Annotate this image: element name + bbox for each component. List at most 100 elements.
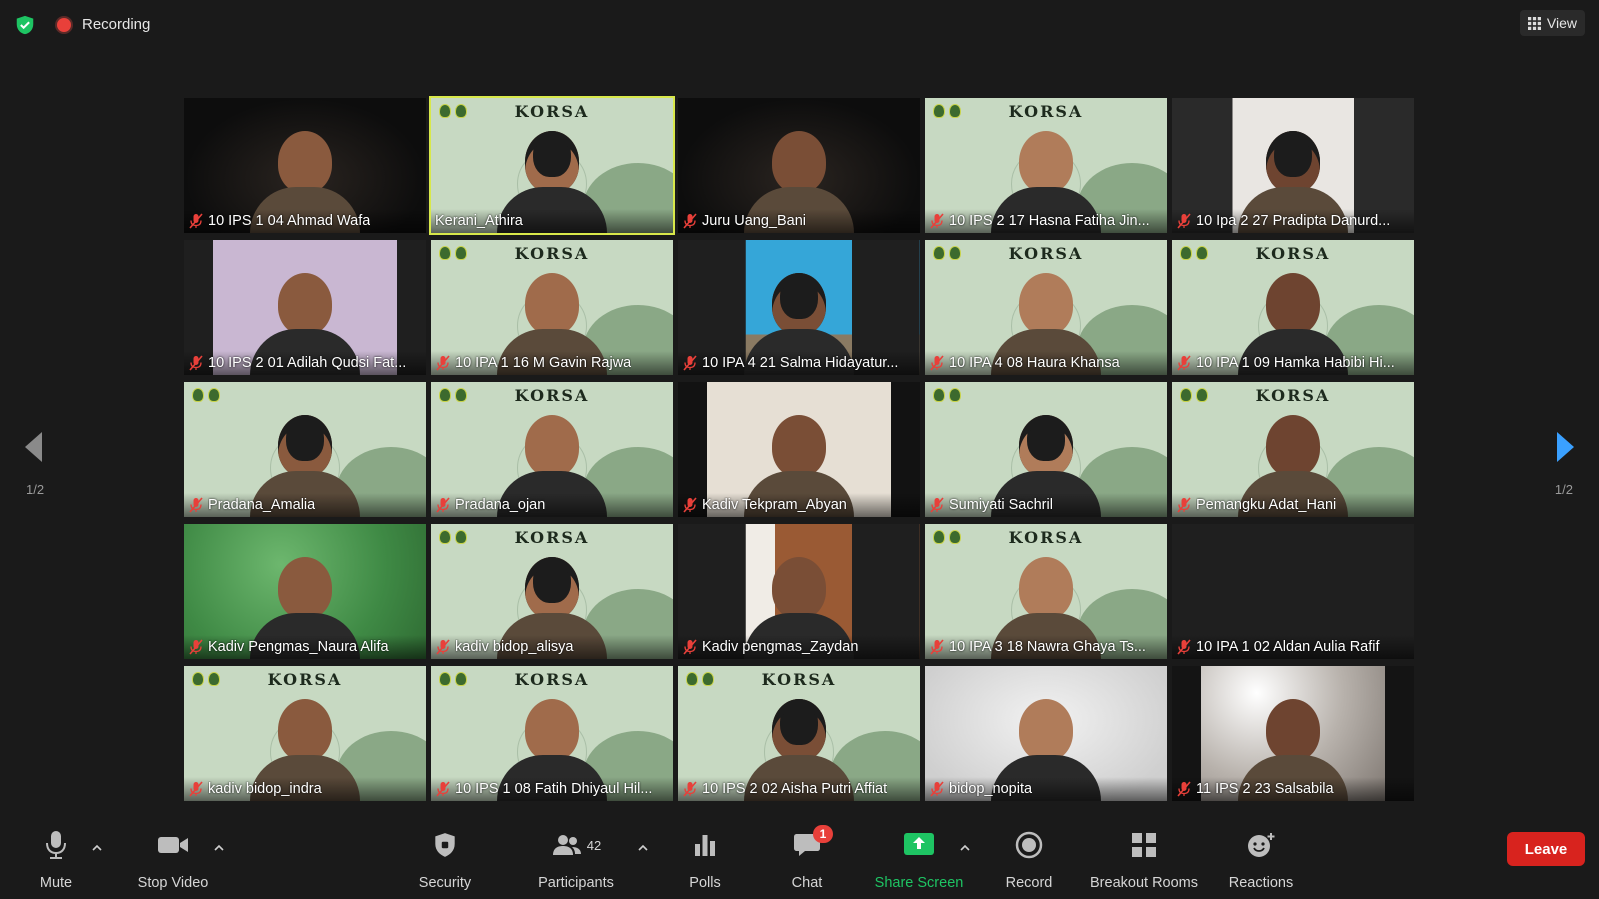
reactions-smiley-icon — [1248, 833, 1275, 857]
polls-label: Polls — [689, 875, 721, 891]
participant-video-tile[interactable]: 11 IPS 2 23 Salsabila — [1172, 666, 1414, 801]
participant-video-tile[interactable]: Sumiyati Sachril — [925, 382, 1167, 517]
participant-name-bar: kadiv bidop_indra — [184, 777, 426, 801]
muted-microphone-icon — [436, 639, 450, 655]
breakout-rooms-button[interactable]: Breakout Rooms — [1085, 829, 1203, 893]
participant-name: 10 IPS 2 17 Hasna Fatiha Jin... — [949, 213, 1150, 229]
muted-microphone-icon — [189, 497, 203, 513]
participant-name: kadiv bidop_alisya — [455, 639, 574, 655]
participant-name: 10 IPA 1 09 Hamka Habibi Hi... — [1196, 355, 1395, 371]
participant-name: Kadiv pengmas_Zaydan — [702, 639, 859, 655]
participant-video-tile[interactable]: Kadiv pengmas_Zaydan — [678, 524, 920, 659]
share-screen-button[interactable]: Share Screen — [873, 829, 965, 893]
view-label: View — [1546, 15, 1577, 31]
participant-name: Kadiv Pengmas_Naura Alifa — [208, 639, 389, 655]
participant-name: Kerani_Athira — [435, 213, 523, 229]
recording-label: Recording — [82, 16, 151, 33]
participant-video-tile[interactable]: KORSA 10 IPS 2 02 Aisha Putri Affiat — [678, 666, 920, 801]
virtual-background-banner: KORSA — [1008, 102, 1084, 121]
participant-video-tile[interactable]: KORSA 10 IPA 1 09 Hamka Habibi Hi... — [1172, 240, 1414, 375]
meeting-toolbar: Mute Stop Video Security 42 Participants… — [0, 819, 1599, 899]
video-camera-icon — [158, 837, 188, 853]
participants-count: 42 — [586, 837, 602, 853]
muted-microphone-icon — [436, 781, 450, 797]
muted-microphone-icon — [930, 355, 944, 371]
participant-video-tile[interactable]: KORSA kadiv bidop_indra — [184, 666, 426, 801]
virtual-background-banner: KORSA — [1008, 244, 1084, 263]
participant-video-tile[interactable]: KORSA 10 IPS 2 17 Hasna Fatiha Jin... — [925, 98, 1167, 233]
view-button[interactable]: View — [1519, 10, 1585, 36]
participant-video-tile[interactable]: KORSA Pradana_ojan — [431, 382, 673, 517]
participant-name: Kadiv Tekpram_Abyan — [702, 497, 847, 513]
recording-indicator-icon — [57, 18, 71, 32]
participant-name: Sumiyati Sachril — [949, 497, 1053, 513]
muted-microphone-icon — [189, 355, 203, 371]
reactions-label: Reactions — [1228, 875, 1294, 891]
participant-video-tile[interactable]: KORSA 10 IPA 3 18 Nawra Ghaya Ts... — [925, 524, 1167, 659]
participant-name-bar: 11 IPS 2 23 Salsabila — [1172, 777, 1414, 801]
virtual-background-banner: KORSA — [514, 102, 590, 121]
mute-button[interactable]: Mute — [36, 829, 76, 893]
security-button[interactable]: Security — [412, 829, 478, 893]
participant-video-tile[interactable]: Kadiv Tekpram_Abyan — [678, 382, 920, 517]
participants-options-caret-icon[interactable] — [637, 843, 649, 853]
grid-view-icon — [1527, 16, 1541, 30]
next-page-arrow-icon[interactable] — [1553, 430, 1577, 464]
share-options-caret-icon[interactable] — [959, 843, 971, 853]
audio-options-caret-icon[interactable] — [91, 843, 103, 853]
participant-name: 10 IPA 4 21 Salma Hidayatur... — [702, 355, 899, 371]
participant-video-tile[interactable]: 10 IPA 1 02 Aldan Aulia Rafif — [1172, 524, 1414, 659]
participant-video-tile[interactable]: Juru Uang_Bani — [678, 98, 920, 233]
participant-video-tile[interactable]: 10 IPS 1 04 Ahmad Wafa — [184, 98, 426, 233]
muted-microphone-icon — [1177, 497, 1191, 513]
participant-name: 10 IPA 1 02 Aldan Aulia Rafif — [1196, 639, 1380, 655]
virtual-background-banner: KORSA — [1008, 528, 1084, 547]
muted-microphone-icon — [436, 355, 450, 371]
microphone-icon — [46, 831, 66, 859]
participant-name: kadiv bidop_indra — [208, 781, 322, 797]
muted-microphone-icon — [930, 639, 944, 655]
polls-button[interactable]: Polls — [685, 829, 725, 893]
scout-badge-icon — [192, 388, 204, 402]
virtual-background-banner: KORSA — [1255, 386, 1331, 405]
share-screen-label: Share Screen — [874, 875, 964, 891]
participant-name-bar: Juru Uang_Bani — [678, 209, 920, 233]
participant-video-tile[interactable]: KORSA Kerani_Athira — [429, 96, 675, 235]
previous-page-arrow-icon[interactable] — [22, 430, 46, 464]
participant-video-tile[interactable]: 10 IPS 2 01 Adilah Qudsi Fat... — [184, 240, 426, 375]
video-gallery-grid: 10 IPS 1 04 Ahmad Wafa KORSA Kerani_Athira… — [184, 96, 1414, 803]
participant-video-tile[interactable]: KORSA kadiv bidop_alisya — [431, 524, 673, 659]
muted-microphone-icon — [930, 497, 944, 513]
participant-name-bar: 10 IPA 4 21 Salma Hidayatur... — [678, 351, 920, 375]
polls-chart-icon — [695, 835, 715, 856]
participant-name: bidop_nopita — [949, 781, 1033, 797]
participants-button[interactable]: 42 Participants — [530, 829, 622, 893]
record-button[interactable]: Record — [1003, 829, 1055, 893]
participant-video-tile[interactable]: 10 IPA 4 21 Salma Hidayatur... — [678, 240, 920, 375]
participant-video-tile[interactable]: KORSA 10 IPS 1 08 Fatih Dhiyaul Hil... — [431, 666, 673, 801]
muted-microphone-icon — [189, 213, 203, 229]
participant-name-bar: 10 IPS 1 04 Ahmad Wafa — [184, 209, 426, 233]
reactions-button[interactable]: Reactions — [1226, 829, 1296, 893]
participant-name-bar: 10 IPA 1 16 M Gavin Rajwa — [431, 351, 673, 375]
participant-video-tile[interactable]: 10 Ipa 2 27 Pradipta Danurd... — [1172, 98, 1414, 233]
participant-name: Juru Uang_Bani — [702, 213, 806, 229]
chat-button[interactable]: 1 Chat — [785, 825, 833, 893]
participant-video-tile[interactable]: Kadiv Pengmas_Naura Alifa — [184, 524, 426, 659]
leave-meeting-button[interactable]: Leave — [1507, 832, 1585, 866]
participant-video-tile[interactable]: KORSA Pemangku Adat_Hani — [1172, 382, 1414, 517]
security-shield-icon[interactable] — [14, 14, 36, 36]
participant-video-tile[interactable]: KORSA 10 IPA 1 16 M Gavin Rajwa — [431, 240, 673, 375]
participant-video-tile[interactable]: KORSA 10 IPA 4 08 Haura Khansa — [925, 240, 1167, 375]
participant-name-bar: bidop_nopita — [925, 777, 1167, 801]
stop-video-button[interactable]: Stop Video — [133, 829, 213, 893]
video-options-caret-icon[interactable] — [213, 843, 225, 853]
participant-video-tile[interactable]: Pradana_Amalia — [184, 382, 426, 517]
participant-name-bar: kadiv bidop_alisya — [431, 635, 673, 659]
muted-microphone-icon — [930, 213, 944, 229]
participant-name: 10 IPS 1 08 Fatih Dhiyaul Hil... — [455, 781, 653, 797]
participant-video-tile[interactable]: bidop_nopita — [925, 666, 1167, 801]
participant-name: Pemangku Adat_Hani — [1196, 497, 1337, 513]
participant-name-bar: 10 IPS 2 17 Hasna Fatiha Jin... — [925, 209, 1167, 233]
participant-name: 10 IPA 4 08 Haura Khansa — [949, 355, 1120, 371]
